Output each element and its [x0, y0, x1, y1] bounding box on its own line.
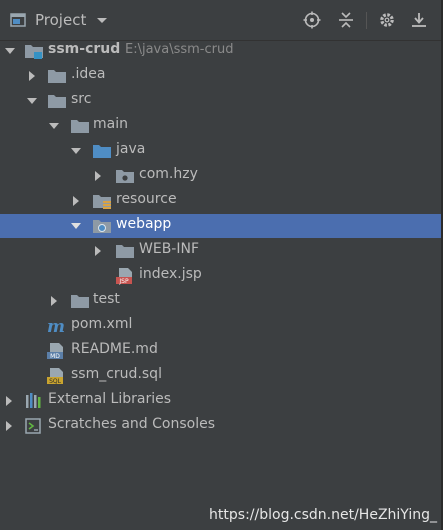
collapsed-arrow-icon[interactable] [3, 420, 15, 432]
collapsed-arrow-icon[interactable] [92, 245, 104, 257]
tree-item-scratches[interactable]: Scratches and Consoles [0, 414, 441, 438]
tree-item-test[interactable]: test [0, 289, 441, 313]
project-title[interactable]: Project [35, 11, 86, 29]
tree-item-label: WEB-INF [139, 241, 199, 257]
svg-text:SQL: SQL [49, 378, 62, 385]
package-icon [116, 170, 134, 183]
tree-item-label: java [116, 141, 146, 157]
folder-icon [48, 70, 66, 83]
collapsed-arrow-icon[interactable] [70, 195, 82, 207]
tree-item-label: pom.xml [71, 316, 133, 332]
source-folder-icon [93, 145, 111, 158]
tree-item-java[interactable]: java [0, 139, 441, 163]
folder-icon [71, 295, 89, 308]
tree-item-label: webapp [116, 216, 172, 232]
maven-icon: m [47, 317, 65, 335]
module-folder-icon [25, 45, 43, 59]
folder-icon [116, 245, 134, 258]
web-folder-icon [93, 220, 111, 233]
tree-item-label: test [93, 291, 120, 307]
tree-item-label: main [93, 116, 128, 132]
expanded-arrow-icon[interactable] [70, 145, 82, 157]
library-icon [26, 393, 41, 408]
collapse-all-icon[interactable] [337, 11, 355, 29]
tree-item-src[interactable]: src [0, 89, 441, 113]
chevron-down-icon[interactable] [96, 12, 108, 28]
collapsed-arrow-icon[interactable] [48, 295, 60, 307]
tree-item-webapp[interactable]: webapp [0, 214, 441, 238]
tree-item-label: .idea [71, 66, 106, 82]
jsp-file-icon: JSP [116, 268, 132, 285]
scratches-icon [25, 418, 41, 434]
expanded-arrow-icon[interactable] [4, 45, 16, 57]
toolbar-divider [366, 12, 367, 29]
tree-item-label: README.md [71, 341, 158, 357]
collapsed-arrow-icon[interactable] [92, 170, 104, 182]
collapsed-arrow-icon[interactable] [26, 70, 38, 82]
tree-item-idea[interactable]: .idea [0, 64, 441, 88]
expanded-arrow-icon[interactable] [70, 220, 82, 232]
tree-item-sql[interactable]: SQL ssm_crud.sql [0, 364, 441, 388]
tree-item-index-jsp[interactable]: JSP index.jsp [0, 264, 441, 288]
locate-icon[interactable] [303, 11, 321, 29]
tree-item-resource[interactable]: resource [0, 189, 441, 213]
expanded-arrow-icon[interactable] [26, 95, 38, 107]
tree-item-label: com.hzy [139, 166, 198, 182]
project-toolbar: Project [0, 0, 441, 41]
tree-item-readme[interactable]: MD README.md [0, 339, 441, 363]
tree-item-main[interactable]: main [0, 114, 441, 138]
gear-icon[interactable] [378, 11, 396, 29]
tree-item-pom-xml[interactable]: m pom.xml [0, 314, 441, 338]
collapsed-arrow-icon[interactable] [3, 395, 15, 407]
tree-item-label: src [71, 91, 92, 107]
markdown-file-icon: MD [47, 343, 63, 360]
tree-item-label: ssm_crud.sql [71, 366, 162, 382]
tree-item-label: resource [116, 191, 177, 207]
tree-item-label: Scratches and Consoles [48, 416, 215, 432]
resources-folder-icon [93, 195, 111, 209]
svg-text:m: m [47, 317, 65, 335]
project-window-icon [10, 13, 26, 27]
folder-icon [48, 95, 66, 108]
sql-file-icon: SQL [47, 368, 63, 385]
root-path-hint: E:\java\ssm-crud [125, 42, 234, 57]
tree-item-external-libraries[interactable]: External Libraries [0, 389, 441, 413]
hide-icon[interactable] [410, 11, 428, 29]
tree-item-com-hzy[interactable]: com.hzy [0, 164, 441, 188]
watermark: https://blog.csdn.net/HeZhiYing_ [209, 507, 437, 523]
folder-icon [71, 120, 89, 133]
svg-text:MD: MD [50, 353, 60, 360]
tree-item-label: index.jsp [139, 266, 202, 282]
tree-item-label: ssm-crud [48, 41, 121, 57]
svg-text:JSP: JSP [118, 278, 129, 285]
tree-item-web-inf[interactable]: WEB-INF [0, 239, 441, 263]
expanded-arrow-icon[interactable] [48, 120, 60, 132]
tree-item-label: External Libraries [48, 391, 171, 407]
tree-item-ssm-crud[interactable]: ssm-crud E:\java\ssm-crud [0, 39, 441, 63]
